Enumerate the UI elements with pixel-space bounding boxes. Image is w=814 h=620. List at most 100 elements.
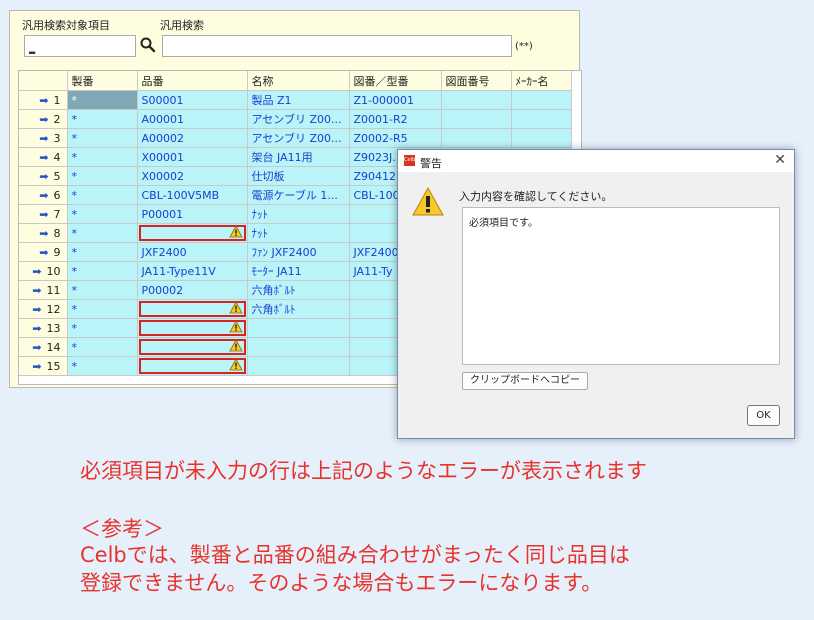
row-header[interactable]: ➡ 5: [19, 166, 68, 186]
cell-name[interactable]: 電源ケーブル 1...: [247, 185, 350, 205]
cell-maker[interactable]: [511, 109, 572, 129]
cell-name[interactable]: [247, 337, 350, 357]
column-header[interactable]: 図番／型番: [349, 71, 442, 91]
cell-name[interactable]: ﾌｧﾝ JXF2400: [247, 242, 350, 262]
row-header[interactable]: ➡ 3: [19, 128, 68, 148]
row-header[interactable]: ➡ 11: [19, 280, 68, 300]
row-number: 10: [46, 264, 61, 278]
cell-seiban[interactable]: *: [67, 261, 138, 281]
cell-seiban[interactable]: *: [67, 90, 138, 110]
row-number: 4: [53, 150, 61, 164]
row-arrow-icon: ➡: [39, 150, 49, 164]
cell-seiban[interactable]: *: [67, 204, 138, 224]
cell-hinban[interactable]: A00001: [137, 109, 248, 129]
cell-seiban[interactable]: *: [67, 337, 138, 357]
row-header[interactable]: ➡ 6: [19, 185, 68, 205]
column-header[interactable]: 名称: [247, 71, 350, 91]
column-header[interactable]: 製番: [67, 71, 138, 91]
row-number: 12: [46, 302, 61, 316]
cell-seiban[interactable]: *: [67, 280, 138, 300]
cell-name[interactable]: 六角ﾎﾞﾙﾄ: [247, 280, 350, 300]
cell-hinban[interactable]: [137, 337, 248, 357]
cell-name[interactable]: アセンブリ Z00...: [247, 109, 350, 129]
search-icon[interactable]: [139, 36, 157, 54]
row-number: 14: [46, 340, 61, 354]
cell-name[interactable]: [247, 356, 350, 376]
cell-name[interactable]: ﾅｯﾄ: [247, 204, 350, 224]
row-header[interactable]: ➡ 12: [19, 299, 68, 319]
cell-name[interactable]: 製品 Z1: [247, 90, 350, 110]
table-header-row: 製番 品番 名称 図番／型番 図面番号 ﾒｰｶｰ名: [19, 71, 572, 91]
row-header[interactable]: ➡ 10: [19, 261, 68, 281]
cell-hinban[interactable]: P00002: [137, 280, 248, 300]
cell-zuban[interactable]: Z0001-R2: [349, 109, 442, 129]
cell-seiban[interactable]: *: [67, 147, 138, 167]
cell-seiban[interactable]: *: [67, 356, 138, 376]
row-header[interactable]: ➡ 14: [19, 337, 68, 357]
cell-hinban[interactable]: [137, 299, 248, 319]
row-number: 7: [53, 207, 61, 221]
cell-name[interactable]: [247, 318, 350, 338]
cell-seiban[interactable]: *: [67, 128, 138, 148]
row-header[interactable]: ➡ 4: [19, 147, 68, 167]
copy-to-clipboard-button[interactable]: クリップボードへコピー: [462, 372, 588, 390]
cell-hinban[interactable]: [137, 223, 248, 243]
cell-seiban[interactable]: *: [67, 109, 138, 129]
table-row[interactable]: ➡ 3 * A00002 アセンブリ Z00... Z0002-R5: [19, 128, 572, 148]
cell-name[interactable]: アセンブリ Z00...: [247, 128, 350, 148]
row-arrow-icon: ➡: [39, 131, 49, 145]
cell-zuban[interactable]: Z1-000001: [349, 90, 442, 110]
row-header[interactable]: ➡ 7: [19, 204, 68, 224]
table-row[interactable]: ➡ 2 * A00001 アセンブリ Z00... Z0001-R2: [19, 109, 572, 129]
cell-hinban[interactable]: P00001: [137, 204, 248, 224]
cell-drawing-no[interactable]: [441, 128, 512, 148]
cell-hinban[interactable]: JXF2400: [137, 242, 248, 262]
table-row[interactable]: ➡ 1 * S00001 製品 Z1 Z1-000001: [19, 90, 572, 110]
column-header[interactable]: ﾒｰｶｰ名: [511, 71, 572, 91]
row-arrow-icon: ➡: [39, 188, 49, 202]
row-header[interactable]: ➡ 2: [19, 109, 68, 129]
cell-hinban[interactable]: S00001: [137, 90, 248, 110]
row-header[interactable]: ➡ 13: [19, 318, 68, 338]
row-arrow-icon: ➡: [39, 169, 49, 183]
column-header[interactable]: 品番: [137, 71, 248, 91]
row-number: 5: [53, 169, 61, 183]
cell-zuban[interactable]: Z0002-R5: [349, 128, 442, 148]
cell-name[interactable]: ﾅｯﾄ: [247, 223, 350, 243]
cell-hinban[interactable]: X00001: [137, 147, 248, 167]
row-arrow-icon: ➡: [32, 359, 42, 373]
cell-name[interactable]: 仕切板: [247, 166, 350, 186]
search-input[interactable]: [162, 35, 512, 57]
cell-seiban[interactable]: *: [67, 166, 138, 186]
cell-hinban[interactable]: JA11-Type11V: [137, 261, 248, 281]
cell-hinban[interactable]: CBL-100V5MB: [137, 185, 248, 205]
cell-maker[interactable]: [511, 90, 572, 110]
cell-seiban[interactable]: *: [67, 223, 138, 243]
cell-seiban[interactable]: *: [67, 185, 138, 205]
cell-seiban[interactable]: *: [67, 299, 138, 319]
cell-hinban[interactable]: X00002: [137, 166, 248, 186]
search-target-select[interactable]: ▂: [24, 35, 136, 57]
note-line-2: ＜参考＞: [80, 517, 164, 541]
ok-button[interactable]: OK: [747, 405, 780, 426]
app-logo-icon: Celb: [404, 155, 415, 166]
column-header[interactable]: 図面番号: [441, 71, 512, 91]
dialog-message-box[interactable]: 必須項目です。: [462, 207, 780, 365]
cell-name[interactable]: 六角ﾎﾞﾙﾄ: [247, 299, 350, 319]
cell-hinban[interactable]: [137, 356, 248, 376]
cell-maker[interactable]: [511, 128, 572, 148]
cell-hinban[interactable]: [137, 318, 248, 338]
cell-seiban[interactable]: *: [67, 318, 138, 338]
close-icon[interactable]: ✕: [774, 152, 786, 168]
cell-hinban[interactable]: A00002: [137, 128, 248, 148]
row-number: 9: [53, 245, 61, 259]
cell-drawing-no[interactable]: [441, 90, 512, 110]
cell-name[interactable]: 架台 JA11用: [247, 147, 350, 167]
row-header[interactable]: ➡ 1: [19, 90, 68, 110]
cell-drawing-no[interactable]: [441, 109, 512, 129]
cell-name[interactable]: ﾓｰﾀｰ JA11: [247, 261, 350, 281]
row-header[interactable]: ➡ 8: [19, 223, 68, 243]
row-header[interactable]: ➡ 9: [19, 242, 68, 262]
row-header[interactable]: ➡ 15: [19, 356, 68, 376]
cell-seiban[interactable]: *: [67, 242, 138, 262]
